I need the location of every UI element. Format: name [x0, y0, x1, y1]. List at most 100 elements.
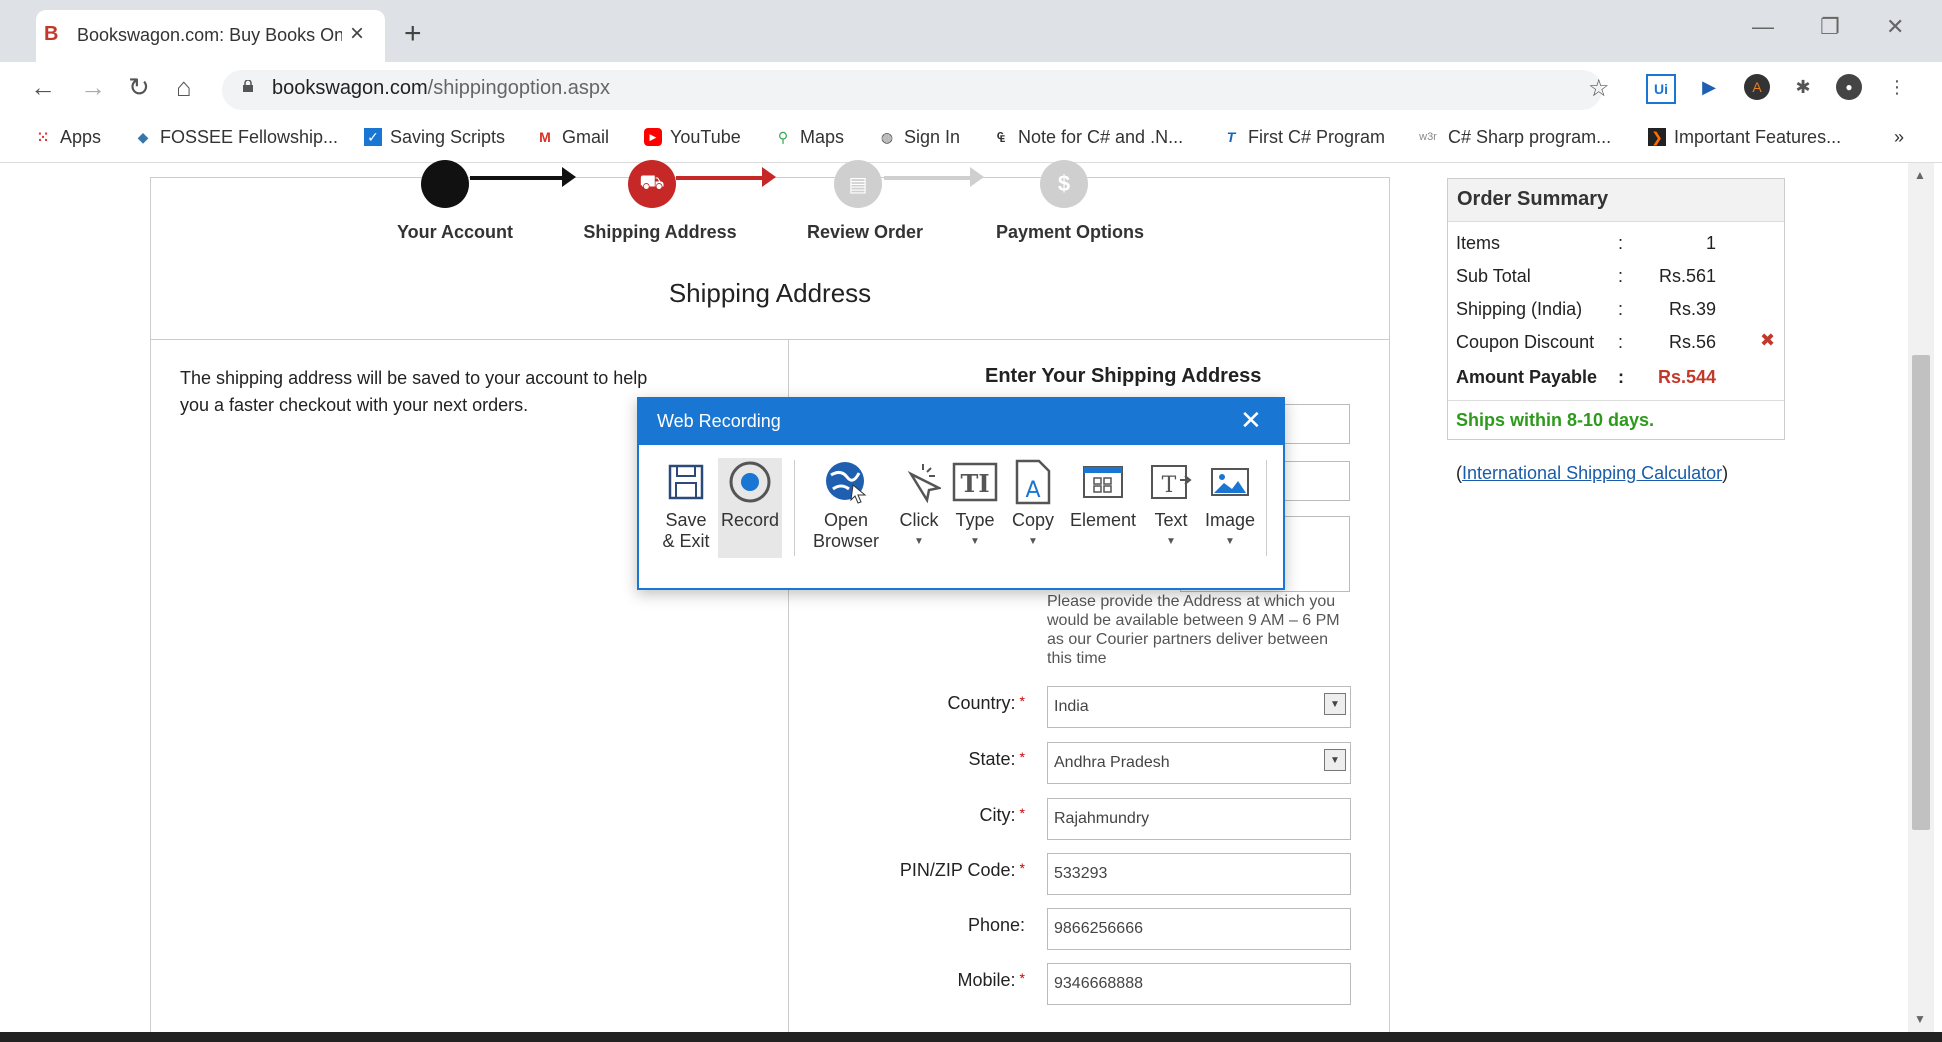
click-icon — [895, 458, 943, 506]
more-bookmarks-icon[interactable]: » — [1894, 124, 1904, 150]
record-button[interactable]: Record — [718, 458, 782, 558]
apps-grid-icon: ⁙ — [37, 128, 49, 145]
delivery-estimate: Ships within 8-10 days. — [1456, 410, 1655, 430]
reload-icon[interactable]: ↻ — [128, 72, 150, 103]
bookmark-apps[interactable]: ⁙ Apps — [34, 124, 101, 150]
step-label-payment-options: Payment Options — [995, 222, 1145, 242]
dropdown-arrow-icon[interactable]: ▼ — [1324, 749, 1346, 771]
order-summary-title: Order Summary — [1457, 188, 1609, 210]
t-icon: T — [1226, 129, 1236, 145]
globe-cursor-icon — [822, 458, 870, 506]
bookmark-gmail[interactable]: M Gmail — [536, 124, 609, 150]
state-label: State: * — [968, 749, 1025, 769]
tab-title: Bookswagon.com: Buy Books Onl — [77, 25, 342, 45]
dialog-close-icon[interactable]: ✕ — [1240, 405, 1262, 436]
bookmark-sign-in[interactable]: ◍ Sign In — [878, 124, 960, 150]
dropdown-arrow-icon[interactable]: ▼ — [1324, 693, 1346, 715]
bookmark-csharp-program[interactable]: w3r C# Sharp program... — [1416, 124, 1611, 150]
bookmark-maps[interactable]: ⚲ Maps — [774, 124, 844, 150]
new-tab-icon[interactable]: + — [404, 17, 422, 51]
state-select[interactable]: Andhra Pradesh ▼ — [1047, 742, 1351, 784]
play-extension-icon[interactable]: ▶ — [1696, 74, 1722, 100]
mobile-input[interactable]: 9346668888 — [1047, 963, 1351, 1005]
divider — [150, 339, 1390, 340]
bookmark-saving-scripts[interactable]: ✓ Saving Scripts — [364, 124, 505, 150]
phone-input[interactable]: 9866256666 — [1047, 908, 1351, 950]
shipping-calculator-link[interactable]: International Shipping Calculator — [1462, 463, 1722, 483]
dropdown-caret-icon[interactable]: ▼ — [970, 531, 980, 552]
toolbar-divider — [794, 460, 795, 556]
remove-coupon-icon[interactable]: ✖ — [1760, 330, 1775, 351]
city-input[interactable]: Rajahmundry — [1047, 798, 1351, 840]
scripts-icon: ✓ — [364, 128, 382, 146]
help-text: The shipping address will be saved to yo… — [180, 368, 648, 415]
globe-icon: ◍ — [880, 128, 894, 145]
dialog-title: Web Recording — [657, 411, 781, 431]
w3r-icon: w3r — [1419, 131, 1437, 143]
form-title: Enter Your Shipping Address — [985, 365, 1262, 387]
menu-dots-icon[interactable]: ⋮ — [1884, 74, 1910, 100]
step-arrowhead — [562, 167, 576, 187]
extension-icon[interactable]: A — [1744, 74, 1770, 100]
city-label: City: * — [979, 805, 1025, 825]
window-close-icon[interactable]: ✕ — [1886, 14, 1904, 40]
extensions-puzzle-icon[interactable]: ✱ — [1790, 74, 1816, 100]
features-icon: ❯ — [1648, 128, 1666, 146]
summary-row-coupon: Coupon Discount: Rs.56 — [1456, 332, 1716, 352]
gmail-icon: M — [539, 129, 551, 145]
dropdown-caret-icon[interactable]: ▼ — [1028, 531, 1038, 552]
dropdown-caret-icon[interactable]: ▼ — [914, 531, 924, 552]
open-browser-button[interactable]: Open Browser — [806, 458, 886, 558]
step-arrowhead — [762, 167, 776, 187]
forward-icon[interactable]: → — [80, 72, 106, 103]
copy-icon: A — [1009, 458, 1057, 506]
step-arrowhead — [970, 167, 984, 187]
type-button[interactable]: TI Type ▼ — [950, 458, 1000, 558]
element-icon — [1079, 458, 1127, 506]
text-button[interactable]: T Text ▼ — [1146, 458, 1196, 558]
scroll-up-icon[interactable]: ▲ — [1914, 168, 1926, 182]
restore-icon[interactable]: ❐ — [1820, 14, 1840, 40]
minimize-icon[interactable]: — — [1752, 14, 1774, 40]
note-icon: ₠ — [997, 129, 1005, 145]
dropdown-caret-icon[interactable]: ▼ — [1225, 531, 1235, 552]
dropdown-caret-icon[interactable]: ▼ — [1166, 531, 1176, 552]
image-button[interactable]: Image ▼ — [1198, 458, 1262, 558]
profile-avatar[interactable]: ● — [1836, 74, 1862, 100]
svg-text:T: T — [1162, 473, 1177, 498]
save-exit-button[interactable]: Save & Exit — [658, 458, 714, 558]
bookmark-important-features[interactable]: ❯ Important Features... — [1648, 124, 1841, 150]
python-icon: ◆ — [137, 128, 149, 145]
bookmark-fossee[interactable]: ◆ FOSSEE Fellowship... — [134, 124, 338, 150]
click-button[interactable]: Click ▼ — [894, 458, 944, 558]
summary-row-subtotal: Sub Total: Rs.561 — [1456, 266, 1716, 286]
image-icon — [1206, 458, 1254, 506]
bookmark-first-csharp[interactable]: T First C# Program — [1222, 124, 1385, 150]
uipath-extension-icon[interactable]: Ui — [1646, 74, 1676, 104]
back-icon[interactable]: ← — [30, 72, 56, 103]
type-icon: TI — [951, 458, 999, 506]
copy-button[interactable]: A Copy ▼ — [1006, 458, 1060, 558]
step-label-review-order: Review Order — [806, 222, 924, 242]
tab-close-icon[interactable]: × — [350, 20, 364, 48]
bookmark-note-csharp[interactable]: ₠ Note for C# and .N... — [992, 124, 1183, 150]
svg-text:A: A — [1025, 478, 1040, 503]
element-button[interactable]: Element — [1066, 458, 1140, 558]
scroll-down-icon[interactable]: ▼ — [1914, 1012, 1926, 1026]
dollar-step-icon: $ — [1040, 160, 1088, 208]
save-icon — [662, 458, 710, 506]
maps-icon: ⚲ — [777, 128, 789, 145]
step-connector — [884, 176, 974, 180]
summary-row-amount-payable: Amount Payable: Rs.544 — [1456, 367, 1716, 387]
bookmark-youtube[interactable]: ▶ YouTube — [644, 124, 741, 150]
country-select[interactable]: India ▼ — [1047, 686, 1351, 728]
step-label-shipping-address: Shipping Address — [583, 222, 737, 242]
bookswagon-favicon-icon: B — [44, 23, 59, 45]
pin-input[interactable]: 533293 — [1047, 853, 1351, 895]
step-connector — [470, 176, 568, 180]
country-label: Country: * — [947, 693, 1025, 713]
scrollbar-thumb[interactable] — [1912, 355, 1930, 830]
summary-row-items: Items:1 — [1456, 233, 1716, 253]
bookmark-star-icon[interactable]: ☆ — [1588, 74, 1610, 103]
home-icon[interactable]: ⌂ — [176, 72, 192, 103]
